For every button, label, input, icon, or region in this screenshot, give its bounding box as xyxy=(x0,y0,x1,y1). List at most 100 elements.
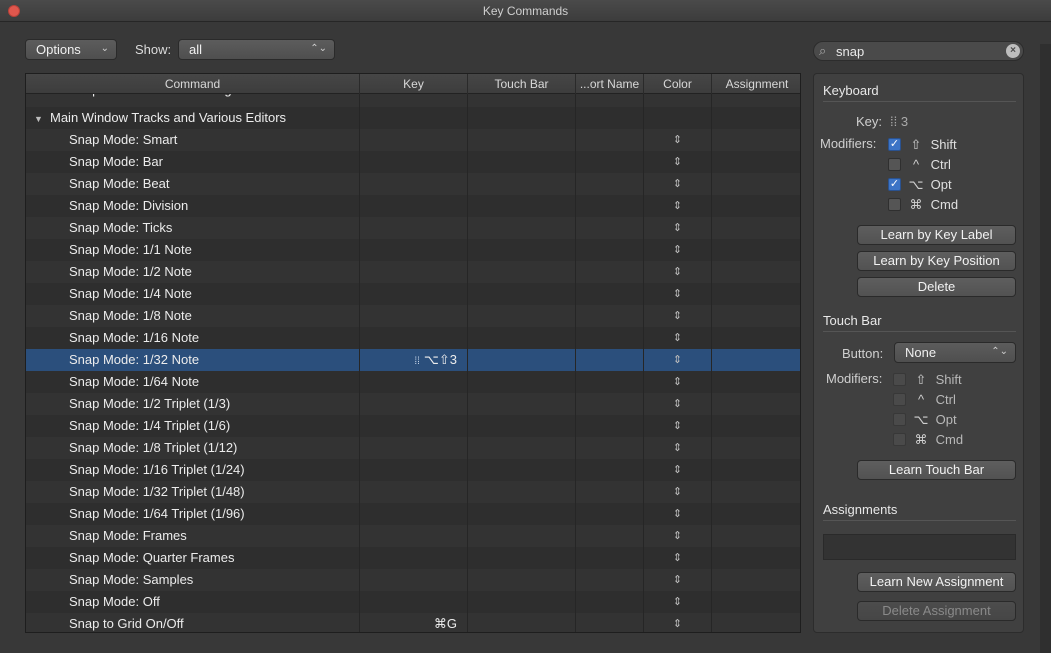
table-row[interactable]: Snap Mode: 1/64 Note ⇕ xyxy=(26,371,800,393)
table-row[interactable]: Snap Mode: 1/32 Triplet (1/48) ⇕ xyxy=(26,481,800,503)
up-down-chevron-icon[interactable]: ⇕ xyxy=(673,442,682,454)
assignments-list[interactable] xyxy=(823,534,1016,560)
table-row[interactable]: Snap Mode: 1/8 Note ⇕ xyxy=(26,305,800,327)
touch-bar-modifier-ctrl-checkbox[interactable] xyxy=(893,393,906,406)
modifier-opt-checkbox[interactable]: ✓ xyxy=(888,178,901,191)
options-popup[interactable]: Options ⌄ xyxy=(25,39,117,60)
table-row[interactable]: Snap Mode: Quarter Frames ⇕ xyxy=(26,547,800,569)
up-down-chevron-icon[interactable]: ⇕ xyxy=(673,596,682,608)
color-cell[interactable]: ⇕ xyxy=(644,129,712,151)
learn-by-key-label-button[interactable]: Learn by Key Label xyxy=(857,225,1016,245)
color-cell[interactable]: ⇕ xyxy=(644,261,712,283)
color-cell[interactable]: ⇕ xyxy=(644,283,712,305)
up-down-chevron-icon[interactable]: ⇕ xyxy=(673,530,682,542)
table-row[interactable]: Snap to Grid On/Off ⌘G ⇕ xyxy=(26,613,800,632)
table-row[interactable]: Snap Mode: 1/4 Triplet (1/6) ⇕ xyxy=(26,415,800,437)
color-cell[interactable]: ⇕ xyxy=(644,503,712,525)
table-row[interactable]: Snap Mode: Frames ⇕ xyxy=(26,525,800,547)
color-cell[interactable] xyxy=(644,94,712,107)
touch-bar-modifier-cmd-checkbox[interactable] xyxy=(893,433,906,446)
up-down-chevron-icon[interactable]: ⇕ xyxy=(673,354,682,366)
modifier-ctrl-checkbox[interactable] xyxy=(888,158,901,171)
up-down-chevron-icon[interactable]: ⇕ xyxy=(673,508,682,520)
table-row[interactable]: Snap Mode: Smart ⇕ xyxy=(26,129,800,151)
search-field[interactable]: ⌕ × xyxy=(813,41,1024,61)
up-down-chevron-icon[interactable]: ⇕ xyxy=(673,156,682,168)
touch-bar-modifier-opt-checkbox[interactable] xyxy=(893,413,906,426)
column-header-touch-bar[interactable]: Touch Bar xyxy=(468,74,576,94)
table-row[interactable]: Snap Mode: Samples ⇕ xyxy=(26,569,800,591)
up-down-chevron-icon[interactable]: ⇕ xyxy=(673,618,682,630)
color-cell[interactable]: ⇕ xyxy=(644,525,712,547)
color-cell[interactable]: ⇕ xyxy=(644,239,712,261)
up-down-chevron-icon[interactable]: ⇕ xyxy=(673,266,682,278)
up-down-chevron-icon[interactable]: ⇕ xyxy=(673,464,682,476)
up-down-chevron-icon[interactable]: ⇕ xyxy=(673,310,682,322)
clear-search-icon[interactable]: × xyxy=(1006,44,1020,58)
color-cell[interactable]: ⇕ xyxy=(644,305,712,327)
table-row[interactable]: Snap Mode: 1/4 Note ⇕ xyxy=(26,283,800,305)
table-row[interactable]: Snap Mode: 1/1 Note ⇕ xyxy=(26,239,800,261)
table-row[interactable]: Snap Mode: Bar ⇕ xyxy=(26,151,800,173)
table-row[interactable]: Snap Mode: 1/32 Note ⁞⁞ ⌥⇧3 ⇕ xyxy=(26,349,800,371)
learn-new-assignment-button[interactable]: Learn New Assignment xyxy=(857,572,1016,592)
modifier-cmd-checkbox[interactable] xyxy=(888,198,901,211)
up-down-chevron-icon[interactable]: ⇕ xyxy=(673,134,682,146)
table-row[interactable]: Snap Mode: Off ⇕ xyxy=(26,591,800,613)
table-row[interactable]: Snap Mode: 1/16 Note ⇕ xyxy=(26,327,800,349)
color-cell[interactable]: ⇕ xyxy=(644,173,712,195)
color-cell[interactable]: ⇕ xyxy=(644,613,712,632)
column-header-assignment[interactable]: Assignment xyxy=(712,74,800,94)
touch-bar-modifier-shift-checkbox[interactable] xyxy=(893,373,906,386)
color-cell[interactable]: ⇕ xyxy=(644,195,712,217)
color-cell[interactable]: ⇕ xyxy=(644,459,712,481)
table-row[interactable]: Snap Mode: Division ⇕ xyxy=(26,195,800,217)
column-header-short-name[interactable]: ...ort Name xyxy=(576,74,644,94)
key-commands-table[interactable]: Command Key Touch Bar ...ort Name Color … xyxy=(25,73,801,633)
learn-by-key-position-button[interactable]: Learn by Key Position xyxy=(857,251,1016,271)
up-down-chevron-icon[interactable]: ⇕ xyxy=(673,398,682,410)
up-down-chevron-icon[interactable]: ⇕ xyxy=(673,244,682,256)
table-row[interactable]: Snap Mode: Beat ⇕ xyxy=(26,173,800,195)
color-cell[interactable]: ⇕ xyxy=(644,151,712,173)
modifier-shift-checkbox[interactable]: ✓ xyxy=(888,138,901,151)
up-down-chevron-icon[interactable]: ⇕ xyxy=(673,222,682,234)
color-cell[interactable]: ⇕ xyxy=(644,547,712,569)
up-down-chevron-icon[interactable]: ⇕ xyxy=(673,200,682,212)
up-down-chevron-icon[interactable]: ⇕ xyxy=(673,574,682,586)
color-cell[interactable]: ⇕ xyxy=(644,437,712,459)
color-cell[interactable]: ⇕ xyxy=(644,349,712,371)
up-down-chevron-icon[interactable]: ⇕ xyxy=(673,178,682,190)
table-row[interactable]: Snap Edits to Zero Crossings xyxy=(26,94,800,107)
column-header-key[interactable]: Key xyxy=(360,74,468,94)
learn-touch-bar-button[interactable]: Learn Touch Bar xyxy=(857,460,1016,480)
table-row[interactable]: Snap Mode: 1/64 Triplet (1/96) ⇕ xyxy=(26,503,800,525)
up-down-chevron-icon[interactable]: ⇕ xyxy=(673,288,682,300)
color-cell[interactable]: ⇕ xyxy=(644,569,712,591)
up-down-chevron-icon[interactable]: ⇕ xyxy=(673,332,682,344)
up-down-chevron-icon[interactable]: ⇕ xyxy=(673,420,682,432)
delete-button[interactable]: Delete xyxy=(857,277,1016,297)
color-cell[interactable]: ⇕ xyxy=(644,327,712,349)
show-filter-popup[interactable]: all ⌃⌄ xyxy=(178,39,335,60)
table-row[interactable]: Snap Mode: 1/2 Triplet (1/3) ⇕ xyxy=(26,393,800,415)
color-cell[interactable]: ⇕ xyxy=(644,415,712,437)
table-row[interactable]: Snap Mode: 1/2 Note ⇕ xyxy=(26,261,800,283)
up-down-chevron-icon[interactable]: ⇕ xyxy=(673,552,682,564)
column-header-command[interactable]: Command xyxy=(26,74,360,94)
table-row[interactable]: Snap Mode: Ticks ⇕ xyxy=(26,217,800,239)
color-cell[interactable]: ⇕ xyxy=(644,591,712,613)
color-cell[interactable]: ⇕ xyxy=(644,481,712,503)
disclosure-triangle-icon[interactable]: ▼ xyxy=(34,108,50,129)
search-input[interactable] xyxy=(836,43,996,59)
table-group-row[interactable]: ▼ Main Window Tracks and Various Editors xyxy=(26,107,800,129)
up-down-chevron-icon[interactable]: ⇕ xyxy=(673,486,682,498)
color-cell[interactable]: ⇕ xyxy=(644,217,712,239)
column-header-color[interactable]: Color xyxy=(644,74,712,94)
color-cell[interactable] xyxy=(644,107,712,129)
table-row[interactable]: Snap Mode: 1/16 Triplet (1/24) ⇕ xyxy=(26,459,800,481)
color-cell[interactable]: ⇕ xyxy=(644,393,712,415)
touch-bar-button-popup[interactable]: None ⌃⌄ xyxy=(894,342,1016,363)
color-cell[interactable]: ⇕ xyxy=(644,371,712,393)
table-row[interactable]: Snap Mode: 1/8 Triplet (1/12) ⇕ xyxy=(26,437,800,459)
